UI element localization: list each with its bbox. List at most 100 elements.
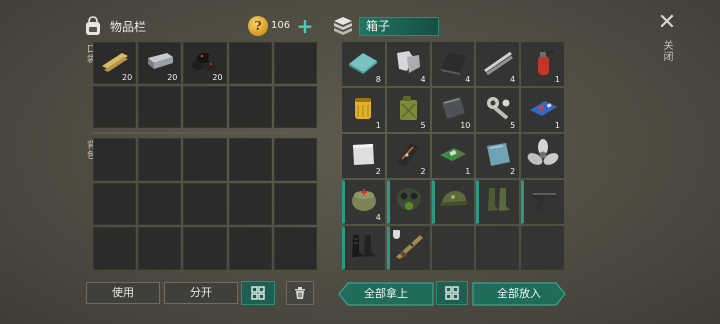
bag-slot[interactable] (93, 182, 137, 226)
black-boots-icon (352, 235, 377, 258)
military-cap-icon (439, 191, 468, 207)
box-slot[interactable]: 1 (521, 88, 564, 132)
slot-quantity: 1 (554, 75, 560, 84)
bag-slot[interactable] (273, 138, 317, 181)
box-slot[interactable]: 8 (342, 42, 385, 86)
inventory-slot[interactable] (273, 42, 317, 84)
gas-mask-icon (397, 188, 422, 211)
sort-inventory-button[interactable] (241, 281, 275, 305)
box-slot[interactable]: 5 (476, 88, 520, 132)
inventory-slot[interactable] (138, 86, 182, 128)
box-slot[interactable]: 4 (386, 42, 430, 86)
wooden-planks-icon (101, 53, 128, 73)
box-slot[interactable]: 2 (386, 134, 430, 178)
box-slot[interactable] (476, 180, 520, 224)
box-slot[interactable]: 5 (386, 88, 430, 132)
green-chip-icon (439, 148, 466, 162)
slot-quantity: 1 (465, 167, 471, 176)
engine-parts-icon (486, 97, 510, 120)
box-slot[interactable]: 2 (476, 134, 520, 178)
split-button[interactable]: 分开 (164, 282, 238, 304)
bag-slot[interactable] (183, 138, 227, 181)
slot-quantity: 4 (510, 75, 516, 84)
bag-slot[interactable] (183, 182, 227, 226)
use-button[interactable]: 使用 (86, 282, 160, 304)
box-slot[interactable] (431, 180, 475, 224)
add-coins-button[interactable]: + (294, 15, 316, 37)
slot-quantity: 4 (465, 75, 471, 84)
slot-quantity: 2 (510, 167, 516, 176)
box-slot[interactable] (342, 226, 385, 270)
bag-slot[interactable] (228, 227, 272, 270)
bag-slot[interactable] (138, 227, 182, 270)
slot-quantity: 2 (375, 167, 381, 176)
box-slot[interactable]: 4 (476, 42, 520, 86)
slot-quantity: 4 (420, 75, 426, 84)
box-slot[interactable]: 2 (342, 134, 385, 178)
pistol-icon (532, 193, 556, 212)
slot-quantity: 10 (460, 121, 471, 130)
bag-slot[interactable] (93, 227, 137, 270)
grid-sort-icon (445, 286, 459, 300)
coin-count: 106 (271, 20, 291, 31)
put-all-button[interactable]: 全部放入 (472, 282, 566, 306)
box-slot[interactable]: 1 (431, 134, 475, 178)
box-title: 箱子 (359, 17, 439, 36)
inventory-title: 物品栏 (110, 20, 147, 34)
propeller-icon (527, 139, 558, 166)
put-all-label: 全部放入 (497, 287, 541, 300)
bag-slot[interactable] (93, 138, 137, 181)
box-slot[interactable]: 1 (342, 88, 385, 132)
box-slot[interactable]: 4 (342, 180, 385, 224)
rubber-mat-icon (440, 52, 466, 76)
box-slot[interactable] (521, 180, 564, 224)
box-slot[interactable] (476, 226, 520, 270)
backpack-icon (86, 16, 100, 35)
box-slot[interactable] (521, 134, 564, 178)
coal-icon (191, 53, 218, 72)
glass-sheet-icon (349, 53, 378, 75)
box-slot[interactable]: 4 (431, 42, 475, 86)
slot-quantity: 20 (212, 73, 223, 82)
box-slot[interactable]: 1 (521, 42, 564, 86)
bag-slot[interactable] (273, 227, 317, 270)
inventory-slot[interactable] (93, 86, 137, 128)
bag-slot[interactable] (273, 182, 317, 226)
close-label[interactable]: 关闭 (659, 40, 674, 62)
inventory-slot[interactable] (228, 86, 272, 128)
box-slot[interactable]: 10 (431, 88, 475, 132)
inventory-slot[interactable] (228, 42, 272, 84)
slot-quantity: 20 (167, 73, 178, 82)
inventory-slot[interactable] (183, 86, 227, 128)
grid-sort-icon (251, 286, 265, 300)
inventory-slot[interactable] (273, 86, 317, 128)
box-header: 箱子 (332, 14, 442, 40)
box-slot[interactable] (386, 180, 430, 224)
inventory-slot[interactable]: 20 (183, 42, 227, 84)
jerry-can-icon (400, 96, 418, 121)
slot-quantity: 1 (375, 121, 381, 130)
circuit-board-icon (529, 101, 557, 117)
take-all-button[interactable]: 全部拿上 (338, 282, 434, 306)
box-slot[interactable] (521, 226, 564, 270)
oil-filter-icon (355, 98, 372, 120)
bag-slot[interactable] (228, 138, 272, 181)
bag-slot[interactable] (228, 182, 272, 226)
slot-quantity: 5 (420, 121, 426, 130)
bag-slot[interactable] (183, 227, 227, 270)
slot-quantity: 1 (554, 121, 560, 130)
slot-quantity: 8 (375, 75, 381, 84)
box-slot[interactable] (431, 226, 475, 270)
steel-plate-icon (441, 97, 465, 120)
sort-box-button[interactable] (436, 281, 468, 305)
inventory-slot[interactable]: 20 (138, 42, 182, 84)
bag-slot[interactable] (138, 182, 182, 226)
box-slot[interactable] (386, 226, 430, 270)
inventory-slot[interactable]: 20 (93, 42, 137, 84)
bag-slot[interactable] (138, 138, 182, 181)
fire-extinguisher-icon (537, 50, 554, 76)
slot-quantity: 2 (420, 167, 426, 176)
discard-button[interactable] (286, 281, 314, 305)
close-icon[interactable]: ✕ (656, 12, 678, 34)
box-grid: 8 4 4 4 1 1 5 10 5 1 2 2 1 2 4 (342, 42, 564, 270)
